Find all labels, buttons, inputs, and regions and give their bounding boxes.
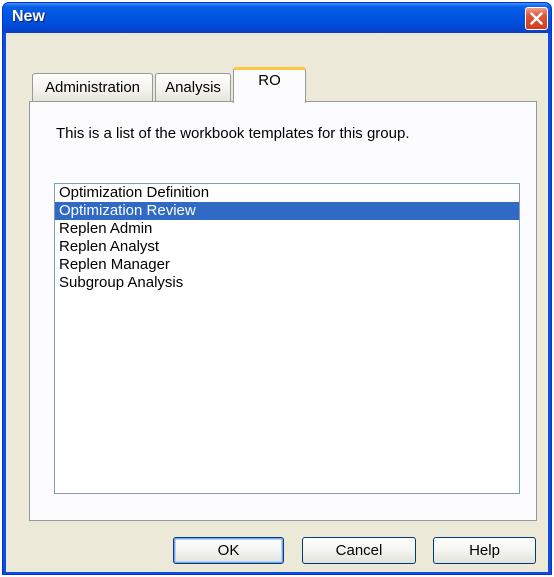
tab-panel-ro: This is a list of the workbook templates… xyxy=(29,101,537,521)
description-text: This is a list of the workbook templates… xyxy=(56,125,410,142)
close-icon xyxy=(530,12,543,25)
list-item[interactable]: Subgroup Analysis xyxy=(55,274,519,292)
dialog-client-area: Administration Analysis RO This is a lis… xyxy=(6,33,548,572)
tab-administration[interactable]: Administration xyxy=(32,73,153,101)
cancel-button[interactable]: Cancel xyxy=(302,537,416,564)
tab-analysis[interactable]: Analysis xyxy=(155,73,231,101)
new-dialog-window: New Administration Analysis RO This is a… xyxy=(2,2,552,575)
help-button[interactable]: Help xyxy=(433,537,536,564)
window-title: New xyxy=(12,8,45,25)
template-listbox[interactable]: Optimization Definition Optimization Rev… xyxy=(54,183,520,494)
tab-strip: Administration Analysis RO xyxy=(6,33,548,103)
list-item[interactable]: Optimization Definition xyxy=(55,184,519,202)
close-button[interactable] xyxy=(525,7,548,30)
title-bar[interactable]: New xyxy=(3,3,551,33)
tab-ro[interactable]: RO xyxy=(233,67,306,103)
list-item[interactable]: Replen Manager xyxy=(55,256,519,274)
list-item[interactable]: Optimization Review xyxy=(55,202,519,220)
ok-button[interactable]: OK xyxy=(173,537,284,564)
list-item[interactable]: Replen Analyst xyxy=(55,238,519,256)
list-item[interactable]: Replen Admin xyxy=(55,220,519,238)
